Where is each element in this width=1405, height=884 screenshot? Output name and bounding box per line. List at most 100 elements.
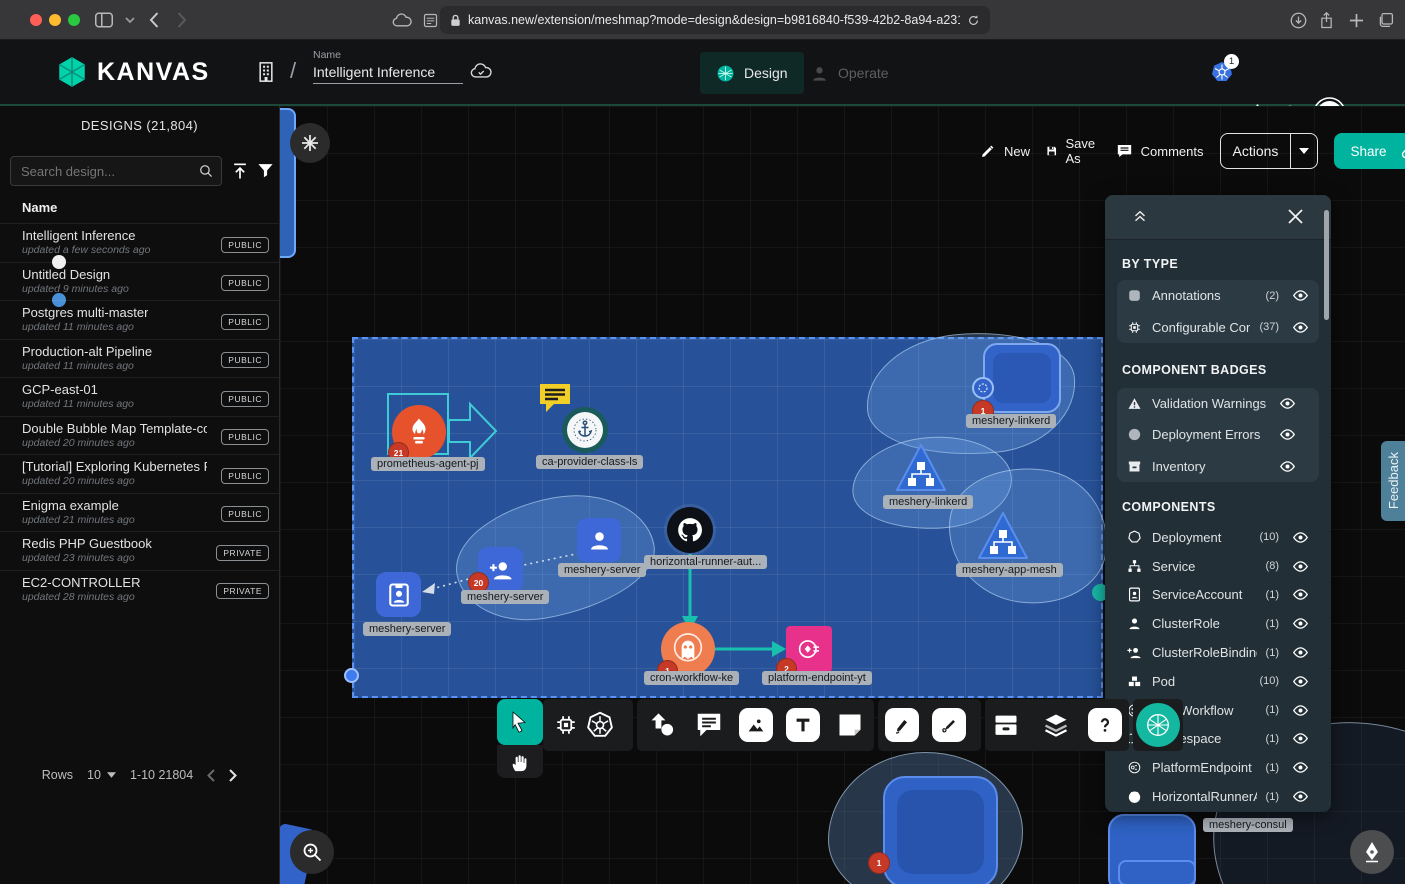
node-meshery-server-clusterrole[interactable] — [577, 518, 621, 562]
icloud-icon[interactable] — [390, 8, 414, 32]
design-list-item[interactable]: Production-alt Pipelineupdated 11 minute… — [0, 339, 279, 378]
drawer-tool[interactable] — [989, 708, 1023, 742]
panel-row-serviceaccount[interactable]: ServiceAccount(1) — [1117, 581, 1319, 610]
close-window-button[interactable] — [30, 14, 42, 26]
feedback-tab[interactable]: Feedback — [1381, 441, 1405, 521]
design-list-item[interactable]: Redis PHP Guestbookupdated 23 minutes ag… — [0, 531, 279, 570]
merge-designs-button[interactable] — [290, 123, 330, 163]
toggle-visibility-eye-icon[interactable] — [1277, 394, 1297, 414]
toggle-visibility-eye-icon[interactable] — [1290, 700, 1310, 720]
design-list-item[interactable]: Double Bubble Map Template-copyupdated 2… — [0, 416, 279, 455]
new-button[interactable]: New — [980, 143, 1030, 159]
select-tool-button[interactable] — [497, 699, 543, 745]
pan-tool-button[interactable] — [497, 745, 543, 778]
reload-icon[interactable] — [967, 14, 980, 27]
chevron-down-icon[interactable] — [118, 8, 142, 32]
panel-row-pod[interactable]: Pod(10) — [1117, 667, 1319, 696]
comment-annotation-icon[interactable] — [538, 382, 572, 414]
toggle-visibility-eye-icon[interactable] — [1290, 758, 1310, 778]
kubernetes-shapes-tool[interactable] — [583, 708, 617, 742]
design-list-item[interactable]: EC2-CONTROLLERupdated 28 minutes agoPRIV… — [0, 570, 279, 609]
back-button[interactable] — [142, 8, 166, 32]
node-ca-provider[interactable] — [562, 407, 608, 453]
reader-icon[interactable] — [418, 8, 442, 32]
error-count-badge[interactable]: 1 — [868, 852, 890, 874]
node-meshery-server-serviceaccount[interactable] — [376, 572, 421, 617]
caret-down-icon[interactable] — [1290, 134, 1317, 168]
node-meshery-app-mesh-service[interactable] — [975, 510, 1031, 562]
save-as-button[interactable]: Save As — [1046, 136, 1100, 166]
zoom-window-button[interactable] — [68, 14, 80, 26]
design-list-item[interactable]: GCP-east-01updated 11 minutes agoPUBLIC — [0, 377, 279, 416]
tab-design[interactable]: Design — [700, 52, 804, 94]
tab-overview-icon[interactable] — [1374, 8, 1398, 32]
rows-per-page-select[interactable]: 10 — [87, 768, 116, 782]
text-tool[interactable] — [786, 708, 820, 742]
panel-row-service[interactable]: Service(8) — [1117, 552, 1319, 581]
design-list-item[interactable]: Intelligent Inferenceupdated a few secon… — [0, 223, 279, 262]
panel-row-clusterrole[interactable]: ClusterRole(1) — [1117, 609, 1319, 638]
search-box[interactable] — [10, 156, 222, 186]
toggle-visibility-eye-icon[interactable] — [1290, 614, 1310, 634]
collapse-panel-icon[interactable] — [1131, 208, 1149, 226]
toggle-visibility-eye-icon[interactable] — [1290, 585, 1310, 605]
design-list-item[interactable]: Postgres multi-masterupdated 11 minutes … — [0, 300, 279, 339]
node-meshery-linkerd-service[interactable] — [893, 442, 949, 494]
prev-page-icon[interactable] — [207, 769, 215, 782]
component-shapes-tool[interactable] — [549, 708, 583, 742]
panel-row-annotations[interactable]: Annotations(2) — [1117, 280, 1319, 312]
close-panel-icon[interactable] — [1287, 208, 1304, 225]
search-input[interactable] — [19, 163, 199, 180]
forward-button[interactable] — [170, 8, 194, 32]
share-button[interactable]: Share — [1334, 133, 1405, 169]
new-tab-icon[interactable] — [1344, 8, 1368, 32]
panel-row-inventory[interactable]: Inventory — [1117, 451, 1319, 482]
panel-row-clusterrolebinding[interactable]: ClusterRoleBinding(1) — [1117, 638, 1319, 667]
sidebar-toggle-icon[interactable] — [92, 8, 116, 32]
node-horizontal-runner[interactable] — [667, 507, 713, 553]
kubernetes-context-icon[interactable]: 1 — [1210, 60, 1234, 84]
toggle-visibility-eye-icon[interactable] — [1277, 456, 1297, 476]
toggle-visibility-eye-icon[interactable] — [1277, 425, 1297, 445]
next-page-icon[interactable] — [229, 769, 237, 782]
kanvas-logo[interactable]: KANVAS — [55, 54, 210, 90]
toggle-visibility-eye-icon[interactable] — [1290, 729, 1310, 749]
design-list-item[interactable]: [Tutorial] Exploring Kubernetes Podupdat… — [0, 454, 279, 493]
toggle-visibility-eye-icon[interactable] — [1290, 556, 1310, 576]
note-tool[interactable] — [833, 708, 867, 742]
design-name-input[interactable] — [313, 61, 463, 84]
minimize-window-button[interactable] — [49, 14, 61, 26]
share-icon[interactable] — [1314, 8, 1338, 32]
column-header-name[interactable]: Name — [22, 200, 57, 215]
doodle-tool[interactable] — [932, 708, 966, 742]
zoom-in-button[interactable] — [290, 830, 334, 874]
toggle-visibility-eye-icon[interactable] — [1290, 317, 1310, 337]
meshery-button[interactable] — [1136, 703, 1180, 747]
panel-row-horizontalrunnerautosc[interactable]: HorizontalRunnerAutosc(1) — [1117, 782, 1319, 811]
design-list-item[interactable]: Untitled Designupdated 9 minutes agoPUBL… — [0, 262, 279, 301]
panel-row-deployment-errors[interactable]: Deployment Errors — [1117, 419, 1319, 450]
image-tool[interactable] — [739, 708, 773, 742]
toggle-visibility-eye-icon[interactable] — [1290, 286, 1310, 306]
address-bar[interactable]: kanvas.new/extension/meshmap?mode=design… — [440, 6, 990, 34]
panel-row-configurable-compon[interactable]: Configurable Compon(37) — [1117, 312, 1319, 344]
toggle-visibility-eye-icon[interactable] — [1290, 643, 1310, 663]
design-list-item[interactable]: Enigma exampleupdated 21 minutes agoPUBL… — [0, 493, 279, 532]
toggle-visibility-eye-icon[interactable] — [1290, 527, 1310, 547]
node-meshery-linkerd-namespace[interactable] — [983, 343, 1061, 413]
panel-row-deployment[interactable]: Deployment(10) — [1117, 523, 1319, 552]
layers-tool[interactable] — [1039, 708, 1073, 742]
organization-icon[interactable] — [256, 61, 276, 83]
comment-tool[interactable] — [692, 708, 726, 742]
toggle-visibility-eye-icon[interactable] — [1290, 671, 1310, 691]
filter-button[interactable] — [256, 161, 275, 180]
help-tool[interactable] — [1088, 708, 1122, 742]
comments-button[interactable]: Comments — [1116, 143, 1204, 159]
import-design-button[interactable] — [230, 161, 250, 181]
panel-row-validation-warnings[interactable]: Validation Warnings — [1117, 388, 1319, 419]
tab-operate[interactable]: Operate — [794, 52, 905, 94]
panel-scrollbar[interactable] — [1324, 210, 1329, 320]
pen-mode-button[interactable] — [1350, 830, 1394, 874]
downloads-icon[interactable] — [1286, 8, 1310, 32]
actions-dropdown[interactable]: Actions — [1220, 133, 1319, 169]
